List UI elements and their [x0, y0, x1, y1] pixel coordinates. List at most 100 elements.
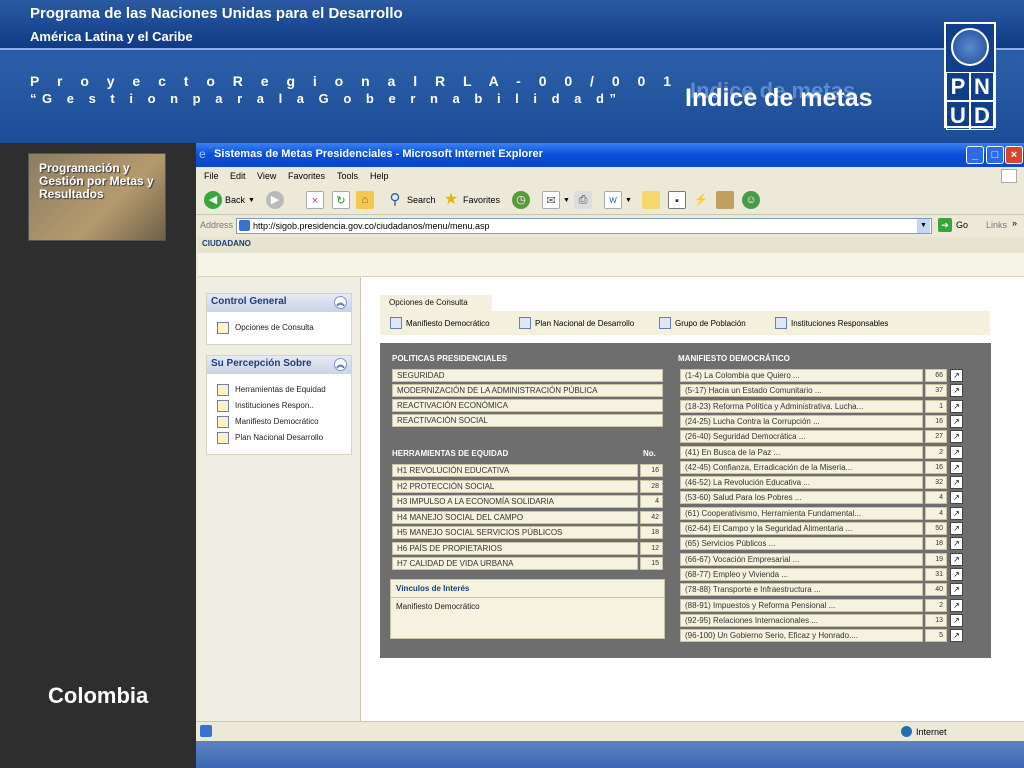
forward-button[interactable]: ▶ — [266, 190, 284, 210]
tab-manifiesto[interactable]: Manifiesto Democrático — [390, 317, 490, 329]
menu-edit[interactable]: Edit — [230, 167, 246, 185]
vinculos-link[interactable]: Manifiesto Democrático — [391, 598, 664, 615]
herramienta-row[interactable]: H1 REVOLUCIÓN EDUCATIVA — [392, 464, 638, 477]
users-button[interactable]: ☺ — [742, 190, 760, 210]
manifiesto-row[interactable]: (53-60) Salud Para los Pobres ... — [680, 491, 923, 505]
history-button[interactable]: ◷ — [512, 190, 530, 210]
open-link-icon[interactable]: ↗ — [950, 430, 963, 444]
politica-row[interactable]: REACTIVACIÓN ECONÓMICA — [392, 399, 663, 412]
manifiesto-row[interactable]: (18-23) Reforma Política y Administrativ… — [680, 399, 923, 413]
open-link-icon[interactable]: ↗ — [950, 414, 963, 428]
manifiesto-row[interactable]: (66-67) Vocación Empresarial ... — [680, 552, 923, 566]
maximize-button[interactable]: □ — [986, 146, 1004, 164]
logo-letter: D — [970, 101, 994, 130]
control-item-opciones[interactable]: Opciones de Consulta — [207, 320, 351, 336]
open-link-icon[interactable]: ↗ — [950, 552, 963, 566]
politica-row[interactable]: REACTIVACIÓN SOCIAL — [392, 414, 663, 427]
menu-favorites[interactable]: Favorites — [288, 167, 325, 185]
back-button[interactable]: ◀ Back ▼ — [204, 190, 255, 210]
open-link-icon[interactable]: ↗ — [950, 629, 963, 643]
mail-button[interactable]: ✉ ▼ — [542, 190, 570, 210]
open-link-icon[interactable]: ↗ — [950, 583, 963, 597]
stop-icon: × — [306, 191, 324, 209]
manifiesto-row[interactable]: (68-77) Empleo y Vivienda ... — [680, 567, 923, 581]
url-dropdown-icon[interactable]: ▼ — [917, 219, 930, 233]
manifiesto-row[interactable]: (1-4) La Colombia que Quiero ... — [680, 369, 923, 382]
print-button[interactable]: ⎙ — [574, 190, 592, 210]
manifiesto-row[interactable]: (42-45) Confianza, Erradicación de la Mi… — [680, 460, 923, 474]
menu-tools[interactable]: Tools — [337, 167, 358, 185]
menu-file[interactable]: File — [204, 167, 219, 185]
herramienta-row[interactable]: H5 MANEJO SOCIAL SERVICIOS PÚBLICOS — [392, 526, 638, 539]
open-link-icon[interactable]: ↗ — [950, 567, 963, 581]
home-button[interactable]: ⌂ — [356, 190, 374, 210]
open-link-icon[interactable]: ↗ — [950, 522, 963, 535]
collapse-icon[interactable]: ︽ — [334, 358, 347, 371]
herramienta-row[interactable]: H7 CALIDAD DE VIDA URBANA — [392, 557, 638, 570]
links-label[interactable]: Links — [986, 220, 1007, 230]
page-button[interactable]: ▪ — [668, 190, 686, 210]
open-link-icon[interactable]: ↗ — [950, 369, 963, 382]
tab-instituciones[interactable]: Instituciones Responsables — [775, 317, 888, 329]
minimize-button[interactable]: _ — [966, 146, 984, 164]
menu-help[interactable]: Help — [370, 167, 389, 185]
url-input[interactable]: http://sigob.presidencia.gov.co/ciudadan… — [236, 218, 932, 234]
percepcion-item-instituciones[interactable]: Instituciones Respon.. — [207, 398, 351, 414]
herramienta-row[interactable]: H2 PROTECCIÓN SOCIAL — [392, 479, 638, 493]
open-link-icon[interactable]: ↗ — [950, 506, 963, 520]
herramienta-row[interactable]: H6 PAÍS DE PROPIETARIOS — [392, 541, 638, 555]
manifiesto-row[interactable]: (5-17) Hacia un Estado Comunitario ... — [680, 384, 923, 398]
close-button[interactable]: × — [1005, 146, 1023, 164]
stop-button[interactable]: × — [306, 190, 324, 210]
percepcion-header[interactable]: Su Percepción Sobre ︽ — [207, 356, 351, 374]
manifiesto-row[interactable]: (62-64) El Campo y la Seguridad Alimenta… — [680, 522, 923, 535]
open-link-icon[interactable]: ↗ — [950, 445, 963, 459]
manifiesto-count: 16 — [925, 414, 947, 428]
open-link-icon[interactable]: ↗ — [950, 460, 963, 474]
collapse-icon[interactable]: ︽ — [334, 296, 347, 309]
folder-button[interactable] — [642, 190, 660, 210]
manifiesto-row[interactable]: (24-25) Lucha Contra la Corrupción ... — [680, 414, 923, 428]
refresh-button[interactable]: ↻ — [332, 190, 350, 210]
pnud-logo: P N U D — [944, 22, 996, 130]
manifiesto-row[interactable]: (96-100) Un Gobierno Serio, Eficaz y Hon… — [680, 629, 923, 643]
manifiesto-row[interactable]: (65) Servicios Públicos ... — [680, 537, 923, 551]
herramienta-row[interactable]: H3 IMPULSO A LA ECONOMÍA SOLIDARIA — [392, 495, 638, 508]
percepcion-item-plan[interactable]: Plan Nacional Desarrollo — [207, 430, 351, 446]
open-link-icon[interactable]: ↗ — [950, 491, 963, 505]
research-button[interactable] — [716, 190, 734, 210]
chevron-right-icon[interactable]: » — [1012, 218, 1017, 228]
open-link-icon[interactable]: ↗ — [950, 613, 963, 627]
open-link-icon[interactable]: ↗ — [950, 476, 963, 490]
open-link-icon[interactable]: ↗ — [950, 598, 963, 612]
edit-button[interactable]: W ▼ — [604, 190, 632, 210]
messenger-button[interactable]: ⚡ — [692, 190, 710, 210]
browser-window: e Sistemas de Metas Presidenciales - Mic… — [196, 143, 1024, 768]
politica-row[interactable]: MODERNIZACIÓN DE LA ADMINISTRACIÓN PÚBLI… — [392, 384, 663, 397]
go-button[interactable]: ➜ Go — [938, 218, 968, 232]
tab-plan-nacional[interactable]: Plan Nacional de Desarrollo — [519, 317, 634, 329]
open-link-icon[interactable]: ↗ — [950, 537, 963, 551]
manifiesto-row[interactable]: (41) En Busca de la Paz ... — [680, 445, 923, 459]
politica-row[interactable]: SEGURIDAD — [392, 369, 663, 382]
manifiesto-row[interactable]: (92-95) Relaciones Internacionales ... — [680, 613, 923, 627]
manifiesto-row[interactable]: (88-91) Impuestos y Reforma Pensional ..… — [680, 598, 923, 612]
form-icon — [217, 416, 229, 428]
tab-grupo-poblacion[interactable]: Grupo de Población — [659, 317, 746, 329]
percepcion-item-manifiesto[interactable]: Manifiesto Democrático — [207, 414, 351, 430]
control-general-header[interactable]: Control General ︽ — [207, 294, 351, 312]
manifiesto-row[interactable]: (61) Cooperativismo, Herramienta Fundame… — [680, 506, 923, 520]
herramienta-row[interactable]: H4 MANEJO SOCIAL DEL CAMPO — [392, 510, 638, 524]
mail-icon: ✉ — [542, 191, 560, 209]
open-link-icon[interactable]: ↗ — [950, 384, 963, 398]
percepcion-item-herramientas[interactable]: Herramientas de Equidad — [207, 382, 351, 398]
search-button[interactable]: ⚲ Search — [386, 190, 436, 210]
manifiesto-row[interactable]: (26-40) Seguridad Democrática ... — [680, 430, 923, 444]
project-name: “G e s t i o n p a r a l a G o b e r n a… — [30, 91, 622, 106]
manifiesto-row[interactable]: (78-88) Transporte e Infraestructura ... — [680, 583, 923, 597]
manifiesto-row[interactable]: (46-52) La Revolución Educativa ... — [680, 476, 923, 490]
open-link-icon[interactable]: ↗ — [950, 399, 963, 413]
favorites-button[interactable]: ★ Favorites — [442, 190, 500, 210]
menu-view[interactable]: View — [257, 167, 276, 185]
herramienta-count: 42 — [640, 510, 663, 524]
